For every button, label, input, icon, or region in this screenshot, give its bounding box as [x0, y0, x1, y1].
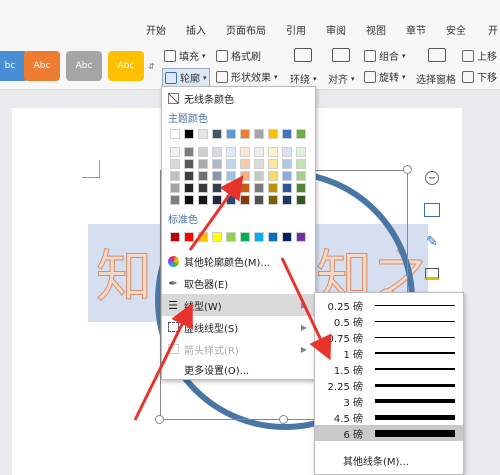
arrow-to-line-type [133, 302, 193, 421]
annotation-arrows [133, 175, 332, 421]
arrow-to-color-icon [188, 175, 244, 251]
arrow-to-submenu [280, 257, 332, 361]
